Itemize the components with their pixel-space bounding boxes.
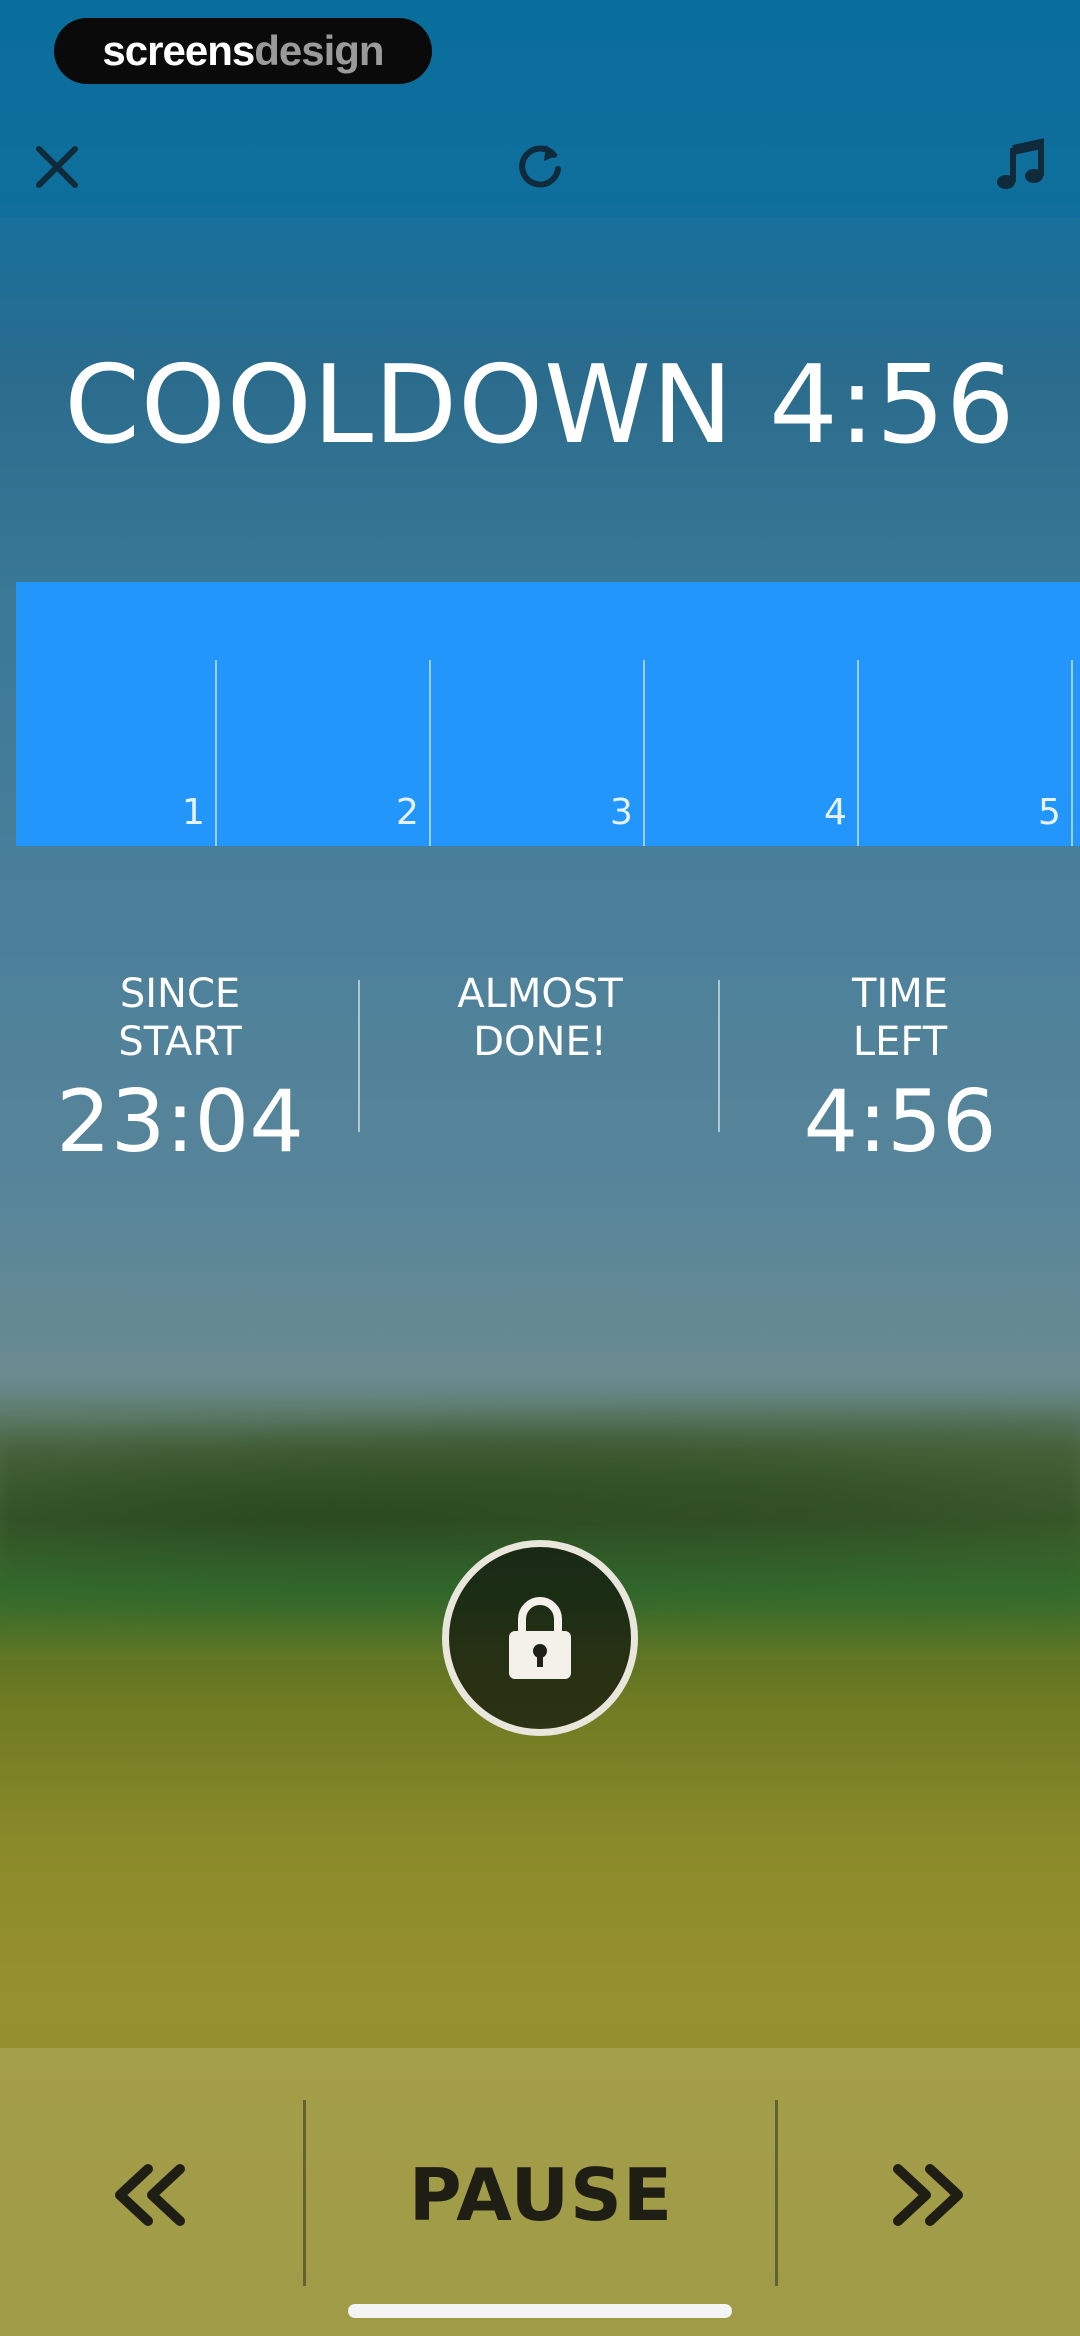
music-button[interactable] [985, 128, 1059, 202]
interval-label: 4 [824, 792, 847, 833]
brand-part2: design [254, 27, 384, 74]
status-message: ALMOST DONE! [360, 970, 720, 1066]
home-indicator[interactable] [348, 2304, 732, 2318]
interval-label: 1 [182, 792, 205, 833]
fast-forward-icon [893, 2164, 963, 2226]
interval-divider [429, 660, 431, 846]
phase-title: COOLDOWN 4:56 [64, 342, 1016, 468]
brand-part1: screens [102, 27, 255, 74]
status-message-line2: DONE! [473, 1019, 607, 1065]
status-message-line1: ALMOST [457, 971, 623, 1017]
since-start-label-line2: START [118, 1019, 242, 1065]
interval-divider [1071, 660, 1073, 846]
interval-label: 2 [396, 792, 419, 833]
interval-divider [857, 660, 859, 846]
lock-icon [509, 1597, 571, 1679]
interval-divider [643, 660, 645, 846]
previous-interval-button[interactable] [90, 2140, 210, 2250]
since-start-stat: SINCE START 23:04 [0, 970, 360, 1172]
time-left-label-line1: TIME [851, 971, 948, 1017]
rewind-icon [115, 2164, 185, 2226]
lock-button[interactable] [442, 1540, 638, 1736]
music-note-icon [997, 138, 1044, 189]
since-start-label-line1: SINCE [119, 971, 241, 1017]
close-button[interactable] [20, 130, 94, 204]
stats-panel: SINCE START 23:04 ALMOST DONE! TIME LEFT… [0, 970, 1080, 1172]
close-icon [36, 146, 78, 188]
time-left-value: 4:56 [803, 1072, 997, 1172]
pause-button[interactable]: PAUSE [306, 2140, 776, 2250]
restart-button[interactable] [503, 128, 577, 202]
interval-label: 3 [610, 792, 633, 833]
interval-label: 5 [1038, 792, 1061, 833]
brand-watermark: screens design [54, 18, 432, 84]
time-left-label-line2: LEFT [852, 1019, 948, 1065]
next-interval-button[interactable] [868, 2140, 988, 2250]
since-start-value: 23:04 [56, 1072, 304, 1172]
restart-icon [519, 145, 561, 188]
interval-divider [215, 660, 217, 846]
time-left-stat: TIME LEFT 4:56 [720, 970, 1080, 1172]
interval-progress-bar: 1 2 3 4 5 [16, 582, 1080, 846]
